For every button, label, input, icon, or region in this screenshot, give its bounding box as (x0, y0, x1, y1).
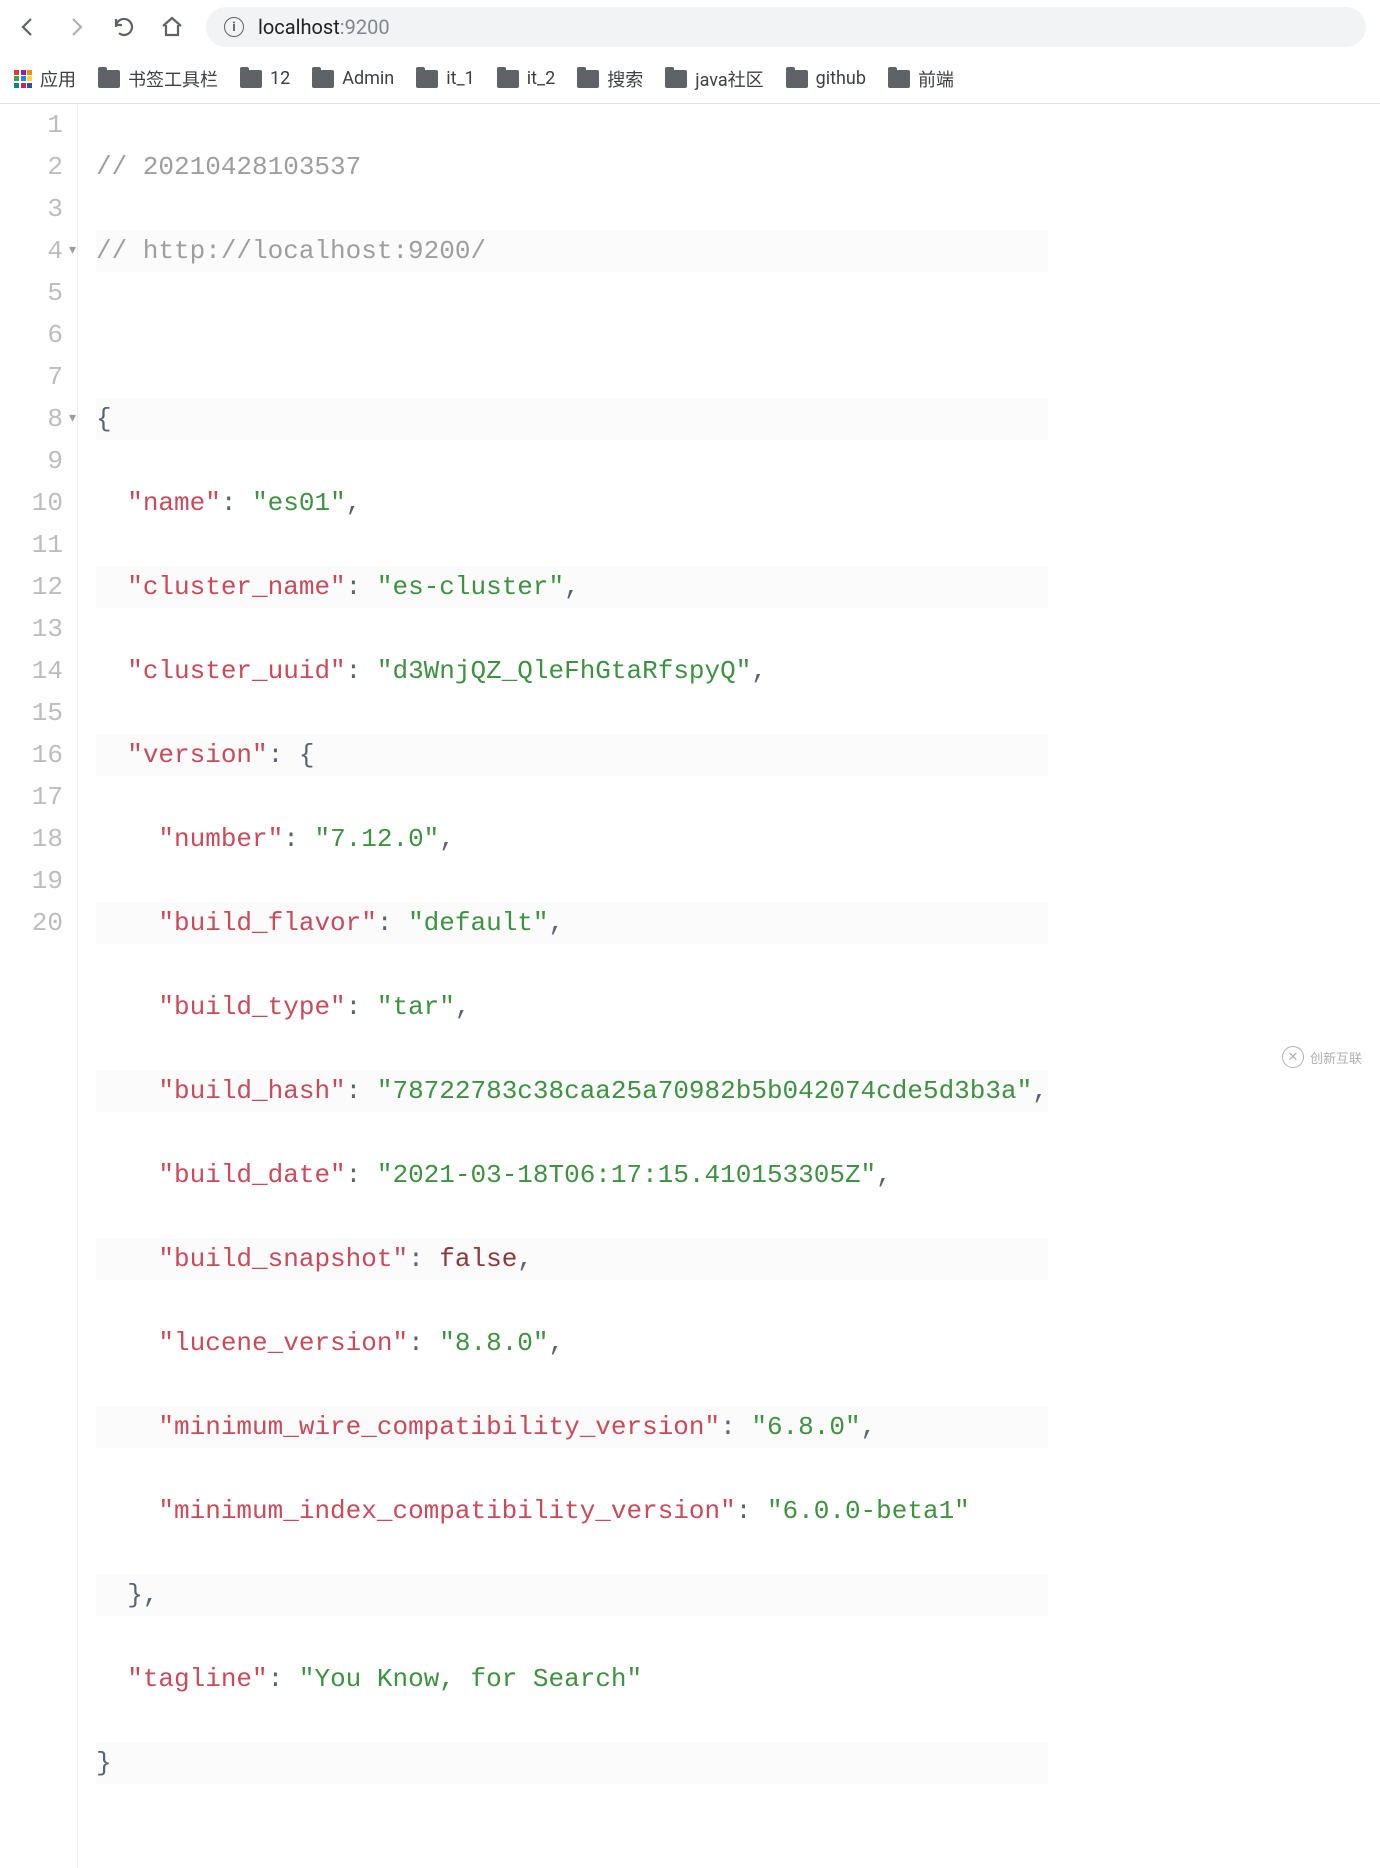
folder-icon (98, 70, 120, 88)
bookmark-folder[interactable]: 前端 (888, 66, 954, 92)
apps-icon (14, 70, 32, 88)
bookmark-label: 书签工具栏 (128, 66, 218, 92)
folder-icon (577, 70, 599, 88)
bookmark-folder[interactable]: it_2 (497, 68, 556, 89)
bookmark-folder[interactable]: github (786, 68, 866, 89)
site-info-icon[interactable]: i (224, 17, 244, 37)
watermark: ✕ 创新互联 (1282, 1046, 1362, 1068)
reload-button[interactable] (110, 13, 138, 41)
apps-label: 应用 (40, 66, 76, 92)
bookmark-label: 12 (270, 68, 290, 89)
bookmark-folder[interactable]: java社区 (665, 66, 763, 92)
folder-icon (240, 70, 262, 88)
bookmark-label: Admin (342, 68, 394, 89)
bookmark-label: 前端 (918, 66, 954, 92)
folder-icon (497, 70, 519, 88)
bookmark-label: it_1 (446, 68, 475, 89)
folder-icon (888, 70, 910, 88)
bookmark-label: github (816, 68, 866, 89)
back-button[interactable] (14, 13, 42, 41)
watermark-text: 创新互联 (1310, 1048, 1362, 1067)
folder-icon (786, 70, 808, 88)
bookmark-folder[interactable]: 搜索 (577, 66, 643, 92)
url-text: localhost:9200 (258, 15, 390, 39)
address-bar[interactable]: i localhost:9200 (206, 7, 1366, 47)
forward-button[interactable] (62, 13, 90, 41)
bookmark-label: 搜索 (607, 66, 643, 92)
bookmark-folder[interactable]: Admin (312, 68, 394, 89)
bookmark-folder[interactable]: 书签工具栏 (98, 66, 218, 92)
json-viewer: 1 2 3 4 5 6 7 8 9 10 11 12 13 14 15 16 1… (0, 104, 1380, 1868)
bookmarks-bar: 应用 书签工具栏 12 Admin it_1 it_2 搜索 java社区 gi… (0, 54, 1380, 104)
home-button[interactable] (158, 13, 186, 41)
bookmark-folder[interactable]: 12 (240, 68, 290, 89)
folder-icon (312, 70, 334, 88)
code-content[interactable]: // 20210428103537 // http://localhost:92… (78, 104, 1048, 1868)
line-number-gutter: 1 2 3 4 5 6 7 8 9 10 11 12 13 14 15 16 1… (0, 104, 78, 1868)
watermark-logo-icon: ✕ (1282, 1046, 1304, 1068)
bookmark-label: java社区 (695, 66, 763, 92)
folder-icon (416, 70, 438, 88)
browser-toolbar: i localhost:9200 (0, 0, 1380, 54)
bookmark-folder[interactable]: it_1 (416, 68, 475, 89)
apps-shortcut[interactable]: 应用 (14, 66, 76, 92)
folder-icon (665, 70, 687, 88)
bookmark-label: it_2 (527, 68, 556, 89)
